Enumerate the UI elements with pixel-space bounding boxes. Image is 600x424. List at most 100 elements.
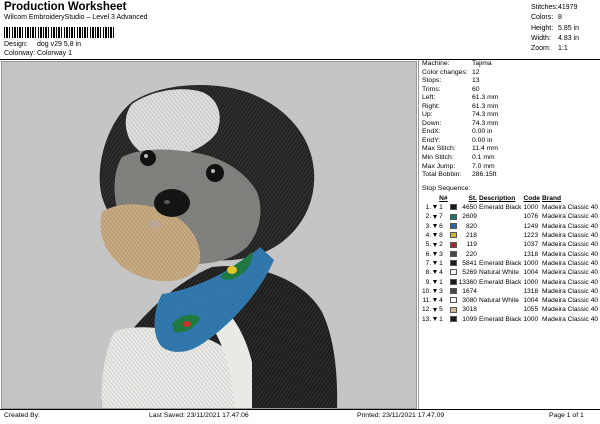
row-index: 1. bbox=[425, 204, 432, 212]
header-brand: Brand bbox=[541, 195, 562, 202]
thread-description bbox=[479, 240, 524, 249]
table-row: 9. 1 13360 Emerald Black 1000 Madeira Classic… bbox=[422, 277, 600, 286]
color-swatch bbox=[449, 231, 459, 240]
header-code: Code bbox=[523, 195, 540, 202]
thread-code: 1004 bbox=[523, 269, 539, 277]
software-name: Wilcom EmbroideryStudio – Level 3 Advanc… bbox=[4, 14, 148, 21]
swatch-box bbox=[449, 315, 457, 322]
table-row: 12. 5 3018 1055 Madeira Classic 40 bbox=[422, 305, 600, 314]
page-title: Production Worksheet bbox=[4, 1, 127, 13]
table-row: 11. 4 3080 Natural White 1004 Madeira Classic… bbox=[422, 296, 600, 305]
table-row: 5. 2 119 1037 Madeira Classic 40 bbox=[422, 240, 600, 249]
color-swatch bbox=[449, 249, 459, 258]
info-row: Up: 74.3 mm bbox=[422, 111, 499, 119]
row-index: 12. bbox=[422, 306, 432, 314]
row-index: 7. bbox=[425, 259, 432, 267]
row-index: 5. bbox=[425, 241, 432, 249]
color-swatch bbox=[449, 203, 459, 212]
thread-code: 1037 bbox=[523, 241, 539, 249]
thread-description bbox=[479, 231, 524, 240]
row-index: 2. bbox=[425, 213, 432, 221]
stitch-count: 1099 bbox=[462, 315, 477, 323]
table-row: 13. 1 1099 Emerald Black 1000 Madeira Classic… bbox=[422, 315, 600, 324]
swatch-box bbox=[449, 260, 457, 267]
info-row: Color changes: 12 bbox=[422, 68, 480, 76]
stop-sequence-table: N# St. Description Code Brand 1. 1 4650 Eme… bbox=[422, 194, 600, 324]
color-swatch bbox=[449, 315, 459, 324]
thread-code: 1249 bbox=[523, 222, 539, 230]
table-header-row: N# St. Description Code Brand bbox=[422, 194, 600, 203]
colorway-value: Colorway 1 bbox=[37, 50, 73, 57]
needle-number: 2 bbox=[439, 241, 443, 249]
thread-code: 1000 bbox=[523, 278, 539, 286]
swatch-box bbox=[449, 222, 457, 229]
needle-number: 5 bbox=[439, 306, 443, 314]
swatch-box bbox=[449, 306, 457, 313]
row-index: 10. bbox=[422, 287, 432, 295]
info-row: Total Bobbin: 286.15ft bbox=[422, 171, 497, 179]
dog-embroidery-image bbox=[99, 84, 338, 408]
swatch-box bbox=[449, 213, 457, 220]
thread-brand: Madeira Classic 40 bbox=[541, 278, 599, 286]
header-n: N# bbox=[439, 195, 448, 202]
row-index: 4. bbox=[425, 232, 432, 240]
thread-description bbox=[479, 287, 524, 296]
summary-row: Width: 4.83 in bbox=[531, 34, 580, 42]
thread-description bbox=[479, 212, 524, 221]
table-row: 10. 3 1674 1318 Madeira Classic 40 bbox=[422, 287, 600, 296]
created-by: Created By: bbox=[4, 412, 40, 419]
thread-brand: Madeira Classic 40 bbox=[541, 259, 599, 267]
color-swatch bbox=[449, 287, 459, 296]
stitch-count: 2609 bbox=[462, 213, 477, 221]
swatch-box bbox=[449, 278, 457, 285]
thread-description bbox=[479, 305, 524, 314]
color-swatch bbox=[449, 240, 459, 249]
needle-number: 4 bbox=[439, 269, 443, 277]
thread-description: Natural White bbox=[478, 269, 519, 277]
thread-code: 1076 bbox=[523, 213, 539, 221]
thread-brand: Madeira Classic 40 bbox=[541, 222, 599, 230]
needle-number: 1 bbox=[439, 204, 443, 212]
stitch-count: 5269 bbox=[462, 269, 477, 277]
thread-description: Emerald Black bbox=[478, 259, 522, 267]
row-index: 8. bbox=[425, 269, 432, 277]
colorway-row: Colorway: Colorway 1 bbox=[4, 50, 72, 57]
needle-number: 8 bbox=[439, 232, 443, 240]
stitch-count: 820 bbox=[465, 222, 477, 230]
info-row: Right: 61.3 mm bbox=[422, 102, 499, 110]
needle-number: 1 bbox=[439, 278, 443, 286]
thread-code: 1055 bbox=[523, 306, 539, 314]
needle-number: 4 bbox=[439, 297, 443, 305]
thread-code: 1004 bbox=[523, 297, 539, 305]
color-swatch bbox=[449, 268, 459, 277]
thread-description: Emerald Black bbox=[478, 204, 522, 212]
header-divider bbox=[0, 59, 600, 60]
summary-row: Colors: 8 bbox=[531, 14, 562, 22]
stitch-count: 5841 bbox=[462, 259, 477, 267]
row-index: 9. bbox=[425, 278, 432, 286]
header-description: Description bbox=[478, 195, 516, 202]
info-row: Machine: Tajima bbox=[422, 60, 492, 67]
info-row: Down: 74.3 mm bbox=[422, 119, 499, 127]
thread-brand: Madeira Classic 40 bbox=[541, 232, 599, 240]
thread-code: 1000 bbox=[523, 259, 539, 267]
table-row: 7. 1 5841 Emerald Black 1000 Madeira Classic … bbox=[422, 259, 600, 268]
thread-brand: Madeira Classic 40 bbox=[541, 269, 599, 277]
thread-description: Emerald Black bbox=[478, 315, 522, 323]
table-row: 8. 4 5269 Natural White 1004 Madeira Classic … bbox=[422, 268, 600, 277]
last-saved: Last Saved: 23/11/2021 17.47.06 bbox=[149, 412, 249, 419]
table-row: 1. 1 4650 Emerald Black 1000 Madeira Classic … bbox=[422, 203, 600, 212]
thread-brand: Madeira Classic 40 bbox=[541, 287, 599, 295]
swatch-box bbox=[449, 297, 457, 304]
thread-brand: Madeira Classic 40 bbox=[541, 213, 599, 221]
swatch-box bbox=[449, 232, 457, 239]
table-row: 3. 6 820 1249 Madeira Classic 40 bbox=[422, 222, 600, 231]
needle-number: 3 bbox=[439, 287, 443, 295]
info-row: Max Stitch: 11.4 mm bbox=[422, 145, 498, 153]
stitch-count: 119 bbox=[466, 241, 477, 249]
info-row: EndY: 0.00 in bbox=[422, 136, 493, 144]
colorway-label: Colorway: bbox=[4, 50, 36, 57]
swatch-box bbox=[449, 269, 457, 276]
color-swatch bbox=[449, 296, 459, 305]
machine-info-panel: Machine: Tajima Color changes: 12 Stops: 13… bbox=[422, 60, 498, 180]
